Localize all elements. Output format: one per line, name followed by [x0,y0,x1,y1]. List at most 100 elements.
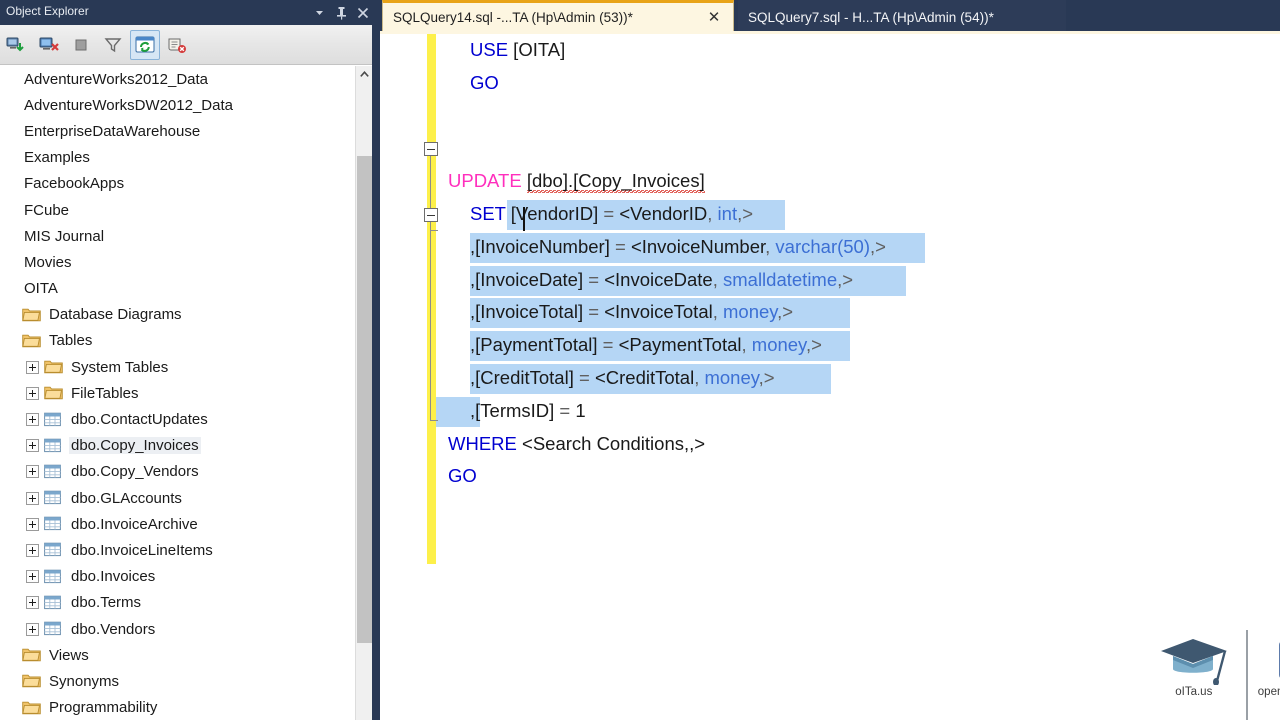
code-line[interactable]: ,[InvoiceDate] = <InvoiceDate, smalldate… [380,264,1280,297]
tab-sqlquery14[interactable]: SQLQuery14.sql -...TA (Hp\Admin (53))* ✕ [382,0,734,31]
tree-item-tables[interactable]: Tables [0,328,362,354]
code-line[interactable]: GO [380,67,1280,100]
code-token: ,[TermsID] [470,399,560,421]
expand-plus-icon[interactable] [26,570,39,584]
scrollbar-thumb[interactable] [357,156,372,643]
code-line[interactable]: ,[PaymentTotal] = <PaymentTotal, money,> [380,329,1280,362]
folder-icon [22,307,41,323]
connect-icon[interactable] [2,30,32,60]
expand-plus-icon[interactable] [26,491,39,505]
code-content[interactable]: USE [OITA] GO UPDATE [dbo].[Copy_Invoices]… [380,34,1280,720]
code-token: <PaymentTotal [618,334,742,356]
tree-item-dbo-contactupdates[interactable]: dbo.ContactUpdates [0,406,362,432]
expand-plus-icon[interactable] [26,596,39,610]
tree-item-label: Movies [24,253,72,271]
tree-item-dbo-copy-vendors[interactable]: dbo.Copy_Vendors [0,459,362,485]
code-token: money [723,301,778,323]
code-line[interactable]: UPDATE [dbo].[Copy_Invoices] [380,165,1280,198]
tree-item-label: System Tables [71,358,169,376]
tree-item-programmability[interactable]: Programmability [0,695,362,720]
fold-marker-set[interactable] [424,208,438,222]
code-token: ,> [805,334,822,356]
tree-item-dbo-invoices[interactable]: dbo.Invoices [0,564,362,590]
tree-item-dbo-vendors[interactable]: dbo.Vendors [0,616,362,642]
tree-item-label: dbo.InvoiceLineItems [71,541,213,559]
folder-icon [44,359,63,375]
chevron-down-icon[interactable] [308,3,330,23]
expand-plus-icon[interactable] [26,622,39,636]
code-line[interactable] [380,132,1280,165]
script-icon[interactable] [162,30,192,60]
social-link-facebook[interactable]: openITacademy [1245,630,1280,720]
tree-item-mis-journal[interactable]: MIS Journal [0,223,362,249]
object-explorer-titlebar: Object Explorer [0,0,380,25]
scroll-up-arrow-icon[interactable] [356,66,373,83]
table-icon [44,569,63,585]
tree-item-filetables[interactable]: FileTables [0,380,362,406]
tree-item-dbo-terms[interactable]: dbo.Terms [0,590,362,616]
code-token: int [717,202,738,224]
tree-item-movies[interactable]: Movies [0,249,362,275]
code-line[interactable]: ,[InvoiceNumber] = <InvoiceNumber, varch… [380,231,1280,264]
tree-item-synonyms[interactable]: Synonyms [0,668,362,694]
tab-close-icon[interactable]: ✕ [705,8,723,26]
close-icon[interactable] [352,3,374,23]
expand-plus-icon[interactable] [26,413,39,427]
tree-item-system-tables[interactable]: System Tables [0,354,362,380]
tree-item-label: dbo.Vendors [71,620,156,638]
expand-plus-icon[interactable] [26,543,39,557]
sql-editor[interactable]: USE [OITA] GO UPDATE [dbo].[Copy_Invoices]… [380,34,1280,720]
tree-item-label: Examples [24,149,90,167]
code-token: UPDATE [448,170,522,192]
code-line[interactable]: WHERE <Search Conditions,,> [380,428,1280,461]
tree-item-enterprisedatawarehouse[interactable]: EnterpriseDataWarehouse [0,118,362,144]
tree-item-dbo-invoicearchive[interactable]: dbo.InvoiceArchive [0,511,362,537]
code-line-text: WHERE <Search Conditions,,> [448,433,705,454]
code-line[interactable] [380,100,1280,133]
stop-icon[interactable] [66,30,96,60]
tree-item-facebookapps[interactable]: FacebookApps [0,171,362,197]
expand-plus-icon[interactable] [26,465,39,479]
code-token: smalldatetime [723,268,838,290]
expand-plus-icon[interactable] [26,360,39,374]
code-token: ,[InvoiceTotal] [470,301,589,323]
table-icon [44,490,63,506]
code-token: <CreditTotal [594,366,695,388]
expand-plus-icon[interactable] [26,517,39,531]
tree-item-oita[interactable]: OITA [0,276,362,302]
tree-item-views[interactable]: Views [0,642,362,668]
code-line-text: SET [VendorID] = <VendorID, int,> [470,203,753,224]
disconnect-icon[interactable] [34,30,64,60]
fold-marker-update[interactable] [424,142,438,156]
code-line[interactable]: SET [VendorID] = <VendorID, int,> [380,198,1280,231]
social-link-grad-cap[interactable]: oITa.us [1142,630,1246,720]
code-line[interactable]: GO [380,460,1280,493]
tree-item-fcube[interactable]: FCube [0,197,362,223]
expand-plus-icon[interactable] [26,386,39,400]
fold-guide-line [430,156,431,208]
folder-icon [22,700,41,716]
object-explorer-tree[interactable]: AdventureWorks2012_Data AdventureWorksDW2… [0,66,362,720]
tree-item-examples[interactable]: Examples [0,145,362,171]
tree-item-database-diagrams[interactable]: Database Diagrams [0,302,362,328]
pin-icon[interactable] [330,3,352,23]
tree-item-adventureworksdw2012-data[interactable]: AdventureWorksDW2012_Data [0,92,362,118]
code-line[interactable]: USE [OITA] [380,34,1280,67]
object-explorer-scrollbar[interactable] [355,66,373,720]
tree-item-label: dbo.Terms [71,594,142,612]
filter-icon[interactable] [98,30,128,60]
tree-item-dbo-invoicelineitems[interactable]: dbo.InvoiceLineItems [0,537,362,563]
code-line[interactable]: ,[InvoiceTotal] = <InvoiceTotal, money,> [380,296,1280,329]
tree-item-dbo-glaccounts[interactable]: dbo.GLAccounts [0,485,362,511]
tree-item-adventureworks2012-data[interactable]: AdventureWorks2012_Data [0,66,362,92]
fold-end-tick [430,230,438,231]
document-tabstrip: SQLQuery14.sql -...TA (Hp\Admin (53))* ✕… [380,0,1280,34]
tree-item-dbo-copy-invoices[interactable]: dbo.Copy_Invoices [0,433,362,459]
code-line[interactable]: ,[TermsID] = 1 [380,395,1280,428]
grad-cap-icon [1157,634,1231,686]
code-line[interactable]: ,[CreditTotal] = <CreditTotal, money,> [380,362,1280,395]
refresh-icon[interactable] [130,29,160,60]
tab-sqlquery7[interactable]: SQLQuery7.sql - H...TA (Hp\Admin (54))* [738,0,1066,31]
expand-plus-icon[interactable] [26,439,39,453]
text-caret [523,207,525,231]
